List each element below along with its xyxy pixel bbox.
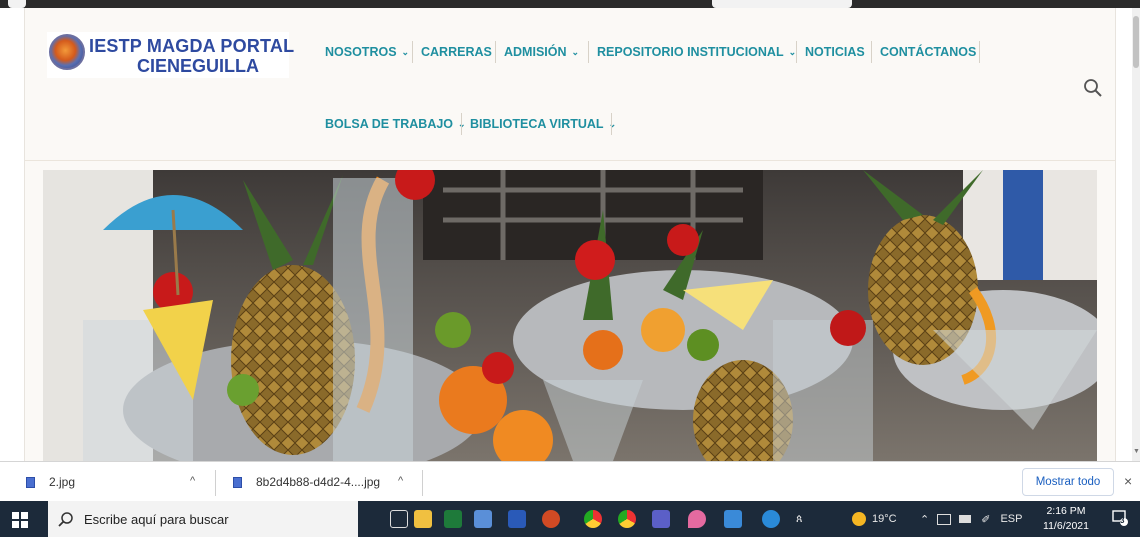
- download-file-name: 8b2d4b88-d4d2-4....jpg: [256, 475, 381, 489]
- notification-count: 3: [1120, 516, 1125, 525]
- nav-label: ADMISIÓN: [504, 45, 567, 59]
- clock-time: 2:16 PM: [1046, 505, 1086, 517]
- chevron-down-icon: ⌄: [571, 46, 580, 57]
- nav-label: CARRERAS: [421, 45, 492, 59]
- search-icon: [58, 512, 73, 527]
- chevron-down-icon: ⌄: [401, 46, 410, 57]
- word-icon[interactable]: [508, 510, 526, 528]
- close-icon[interactable]: ×: [1124, 473, 1132, 489]
- file-icon: [26, 476, 35, 488]
- clock-date: 11/6/2021: [1043, 520, 1089, 532]
- excel-icon[interactable]: [444, 510, 462, 528]
- browser-tab[interactable]: [8, 0, 26, 8]
- nav-item-contactanos[interactable]: CONTÁCTANOS: [880, 41, 976, 63]
- file-icon: [233, 476, 242, 488]
- scrollbar-thumb[interactable]: [1133, 16, 1139, 68]
- windows-start-icon[interactable]: [12, 512, 28, 528]
- nav-item-carreras[interactable]: CARRERAS: [421, 41, 492, 63]
- taskbar-search-placeholder: Escribe aquí para buscar: [84, 511, 229, 527]
- nav-item-nosotros[interactable]: NOSOTROS ⌄: [325, 41, 409, 63]
- nav-divider: [979, 41, 980, 63]
- weather-sun-icon: [852, 512, 866, 526]
- download-file-name: 2.jpg: [49, 475, 76, 489]
- nav-item-repositorio[interactable]: REPOSITORIO INSTITUCIONAL ⌄: [597, 41, 796, 63]
- caret-up-icon[interactable]: ^: [398, 475, 403, 487]
- weather-temperature: 19°C: [872, 513, 897, 525]
- logo-title: IESTP MAGDA PORTAL: [89, 36, 295, 56]
- nav-divider: [871, 41, 872, 63]
- nav-divider: [611, 113, 612, 135]
- download-bar: 2.jpg ^ 8b2d4b88-d4d2-4....jpg ^ Mostrar…: [0, 461, 1140, 501]
- download-divider: [215, 470, 216, 496]
- page-scrollbar[interactable]: ▼: [1132, 8, 1140, 461]
- nav-label: BOLSA DE TRABAJO: [325, 117, 454, 131]
- notification-center-icon[interactable]: 3: [1112, 510, 1128, 526]
- hero-image: [43, 170, 1097, 461]
- search-icon[interactable]: [1083, 78, 1103, 98]
- caret-up-icon[interactable]: ^: [190, 475, 195, 487]
- download-item[interactable]: 2.jpg: [26, 462, 75, 502]
- chevron-down-icon: ⌄: [788, 46, 797, 57]
- nav-divider: [495, 41, 496, 63]
- site-logo[interactable]: IESTP MAGDA PORTAL CIENEGUILLA: [47, 32, 295, 78]
- teams-icon[interactable]: [652, 510, 670, 528]
- people-icon[interactable]: ጰ: [796, 501, 803, 537]
- show-all-button[interactable]: Mostrar todo: [1022, 468, 1114, 496]
- logo-emblem-icon: [49, 34, 85, 70]
- nav-label: NOTICIAS: [805, 45, 865, 59]
- pen-icon[interactable]: ✐: [981, 513, 990, 526]
- tray-icons[interactable]: ⌃ ✐ ESP: [920, 501, 1022, 537]
- scroll-down-arrow-icon[interactable]: ▼: [1133, 448, 1140, 455]
- network-icon[interactable]: [937, 513, 952, 525]
- chrome-profile-icon[interactable]: [618, 510, 636, 528]
- site-container: IESTP MAGDA PORTAL CIENEGUILLA NOSOTROS …: [24, 8, 1116, 461]
- nav-label: REPOSITORIO INSTITUCIONAL: [597, 45, 784, 59]
- app-droplet-icon[interactable]: [688, 510, 706, 528]
- language-indicator[interactable]: ESP: [1000, 513, 1022, 525]
- nav-item-biblioteca-virtual[interactable]: BIBLIOTECA VIRTUAL ⌄: [470, 113, 616, 135]
- nav-label: NOSOTROS: [325, 45, 397, 59]
- nav-label: CONTÁCTANOS: [880, 45, 977, 59]
- nav-item-noticias[interactable]: NOTICIAS: [805, 41, 865, 63]
- chevron-down-icon: ⌄: [608, 118, 617, 129]
- help-icon[interactable]: [762, 510, 780, 528]
- logo-subtitle: CIENEGUILLA: [137, 56, 260, 76]
- nav-item-bolsa-de-trabajo[interactable]: BOLSA DE TRABAJO ⌄: [325, 113, 466, 135]
- nav-divider: [461, 113, 462, 135]
- nav-item-admision[interactable]: ADMISIÓN ⌄: [504, 41, 579, 63]
- chrome-icon[interactable]: [584, 510, 602, 528]
- browser-top-strip: [0, 0, 1140, 8]
- site-header: IESTP MAGDA PORTAL CIENEGUILLA NOSOTROS …: [25, 8, 1115, 161]
- browser-tab-active[interactable]: [712, 0, 852, 8]
- battery-icon[interactable]: [959, 515, 972, 523]
- people-glyph: ጰ: [796, 512, 803, 525]
- powerpoint-icon[interactable]: [542, 510, 560, 528]
- weather-widget[interactable]: 19°C: [852, 501, 897, 537]
- taskbar-clock[interactable]: 2:16 PM 11/6/2021: [1038, 504, 1094, 534]
- nav-divider: [588, 41, 589, 63]
- nav-label: BIBLIOTECA VIRTUAL: [470, 117, 604, 131]
- nav-divider: [796, 41, 797, 63]
- web-page: IESTP MAGDA PORTAL CIENEGUILLA NOSOTROS …: [0, 8, 1140, 461]
- app-icon[interactable]: [474, 510, 492, 528]
- download-item[interactable]: 8b2d4b88-d4d2-4....jpg: [233, 462, 380, 502]
- nav-divider: [412, 41, 413, 63]
- download-divider: [422, 470, 423, 496]
- taskbar-search-box[interactable]: Escribe aquí para buscar: [48, 501, 358, 537]
- task-view-icon[interactable]: [390, 510, 408, 528]
- chevron-up-icon[interactable]: ⌃: [920, 513, 929, 526]
- file-explorer-icon[interactable]: [414, 510, 432, 528]
- photos-icon[interactable]: [724, 510, 742, 528]
- windows-taskbar: Escribe aquí para buscar ጰ 19°C ⌃ ✐ ESP …: [0, 501, 1140, 537]
